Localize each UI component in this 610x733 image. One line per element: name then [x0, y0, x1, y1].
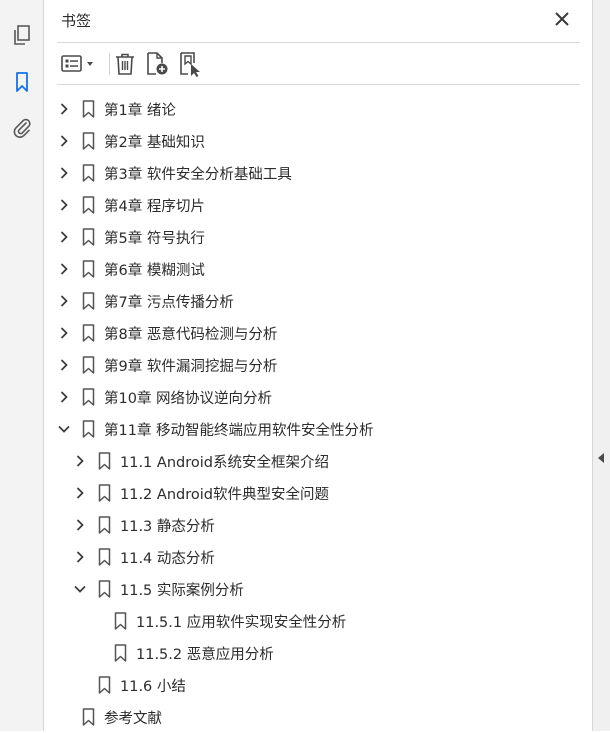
bookmark-label: 第4章 程序切片: [104, 198, 205, 215]
pages-icon[interactable]: [10, 23, 34, 47]
chevron-down-icon[interactable]: [73, 582, 87, 596]
bookmark-row[interactable]: 第2章 基础知识: [57, 125, 205, 157]
bookmark-row[interactable]: 第7章 污点传播分析: [57, 285, 234, 317]
title-divider: [57, 42, 580, 43]
bookmark-row[interactable]: 第4章 程序切片: [57, 189, 205, 221]
chevron-right-icon[interactable]: [73, 486, 87, 500]
bookmark-icon: [81, 228, 95, 246]
chevron-right-icon[interactable]: [57, 358, 71, 372]
chevron-right-icon[interactable]: [57, 102, 71, 116]
bookmark-row[interactable]: 11.5 实际案例分析: [73, 573, 244, 605]
bookmark-label: 第11章 移动智能终端应用软件安全性分析: [104, 422, 374, 439]
chevron-right-icon[interactable]: [57, 198, 71, 212]
bookmark-row[interactable]: 第11章 移动智能终端应用软件安全性分析: [57, 413, 374, 445]
bookmark-icon: [81, 324, 95, 342]
trash-icon: [116, 53, 134, 75]
bookmark-row[interactable]: 第8章 恶意代码检测与分析: [57, 317, 277, 349]
bookmark-icon: [113, 644, 127, 662]
bookmark-label: 11.4 动态分析: [120, 550, 215, 567]
bookmark-label: 第7章 污点传播分析: [104, 294, 234, 311]
chevron-right-icon[interactable]: [73, 550, 87, 564]
bookmark-label: 第10章 网络协议逆向分析: [104, 390, 273, 407]
bookmarks-panel: 书签 第1章 绪论 第2章 基础知识 第3章 软件安全分析基础工具 第4章 程序…: [45, 0, 592, 731]
bookmark-label: 11.5.2 恶意应用分析: [136, 646, 274, 663]
bookmark-label: 参考文献: [104, 710, 162, 727]
bookmark-icon: [81, 356, 95, 374]
bookmark-from-selection-button[interactable]: [177, 50, 203, 78]
bookmark-label: 11.2 Android软件典型安全问题: [120, 486, 329, 503]
delete-bookmark-button[interactable]: [112, 50, 138, 78]
bookmark-icon[interactable]: [10, 70, 34, 94]
chevron-right-icon[interactable]: [57, 294, 71, 308]
bookmark-icon: [81, 164, 95, 182]
bookmark-row[interactable]: 11.5.2 恶意应用分析: [89, 637, 274, 669]
bookmark-row[interactable]: 11.2 Android软件典型安全问题: [73, 477, 329, 509]
bookmark-row[interactable]: 第6章 模糊测试: [57, 253, 205, 285]
chevron-right-icon[interactable]: [57, 390, 71, 404]
close-icon: [555, 12, 569, 26]
bookmark-icon: [97, 484, 111, 502]
bookmark-icon: [81, 420, 95, 438]
close-panel-button[interactable]: [553, 10, 571, 28]
panel-title: 书签: [61, 12, 92, 30]
bookmark-icon: [81, 100, 95, 118]
toolbar-divider-line: [57, 84, 580, 85]
bookmark-label: 第2章 基础知识: [104, 134, 205, 151]
bookmark-icon: [81, 260, 95, 278]
bookmark-label: 第3章 软件安全分析基础工具: [104, 166, 292, 183]
bookmark-row[interactable]: 第10章 网络协议逆向分析: [57, 381, 272, 413]
bookmark-icon: [81, 132, 95, 150]
bookmark-row[interactable]: 11.4 动态分析: [73, 541, 215, 573]
bookmark-label: 第9章 软件漏洞挖掘与分析: [104, 358, 278, 375]
bookmark-row[interactable]: 第1章 绪论: [57, 93, 176, 125]
bookmark-label: 第6章 模糊测试: [104, 262, 205, 279]
chevron-right-icon[interactable]: [73, 454, 87, 468]
chevron-right-icon[interactable]: [57, 166, 71, 180]
chevron-right-icon[interactable]: [57, 326, 71, 340]
bookmark-label: 第8章 恶意代码检测与分析: [104, 326, 278, 343]
bookmark-row[interactable]: 参考文献: [57, 701, 162, 733]
bookmark-label: 11.5.1 应用软件实现安全性分析: [136, 614, 347, 631]
bookmark-row[interactable]: 第5章 符号执行: [57, 221, 205, 253]
navigation-rail: [0, 0, 44, 731]
bookmark-label: 11.1 Android系统安全框架介绍: [120, 454, 329, 471]
chevron-right-icon[interactable]: [57, 262, 71, 276]
chevron-right-icon[interactable]: [57, 230, 71, 244]
chevron-down-icon[interactable]: [57, 422, 71, 436]
bookmark-label: 11.5 实际案例分析: [120, 582, 244, 599]
new-bookmark-button[interactable]: [144, 50, 170, 78]
bookmark-row[interactable]: 第3章 软件安全分析基础工具: [57, 157, 292, 189]
bookmark-icon: [113, 612, 127, 630]
bookmark-row[interactable]: 11.1 Android系统安全框架介绍: [73, 445, 329, 477]
options-menu-button[interactable]: [59, 50, 97, 78]
bookmark-icon: [81, 292, 95, 310]
bookmark-select-icon: [180, 52, 200, 77]
bookmarks-toolbar: [57, 50, 580, 78]
bookmark-icon: [97, 580, 111, 598]
add-bookmark-icon: [147, 52, 168, 75]
bookmark-row[interactable]: 11.6 小结: [73, 669, 186, 701]
toolbar-divider: [109, 53, 110, 75]
chevron-right-icon[interactable]: [73, 518, 87, 532]
bookmark-label: 第1章 绪论: [104, 102, 176, 119]
bookmark-row[interactable]: 11.3 静态分析: [73, 509, 215, 541]
panel-collapse-strip[interactable]: [592, 0, 610, 731]
bookmark-icon: [97, 548, 111, 566]
bookmark-label: 11.3 静态分析: [120, 518, 215, 535]
bookmark-icon: [97, 676, 111, 694]
bookmark-icon: [97, 452, 111, 470]
options-list-icon: [61, 55, 93, 72]
bookmark-label: 第5章 符号执行: [104, 230, 205, 247]
bookmark-icon: [81, 388, 95, 406]
bookmark-label: 11.6 小结: [120, 678, 186, 695]
attachment-icon[interactable]: [10, 116, 34, 140]
bookmark-row[interactable]: 第9章 软件漏洞挖掘与分析: [57, 349, 277, 381]
chevron-right-icon[interactable]: [57, 134, 71, 148]
bookmark-icon: [97, 516, 111, 534]
bookmark-row[interactable]: 11.5.1 应用软件实现安全性分析: [89, 605, 346, 637]
bookmark-icon: [81, 196, 95, 214]
bookmark-icon: [81, 708, 95, 726]
collapse-arrow-icon: [598, 453, 604, 463]
